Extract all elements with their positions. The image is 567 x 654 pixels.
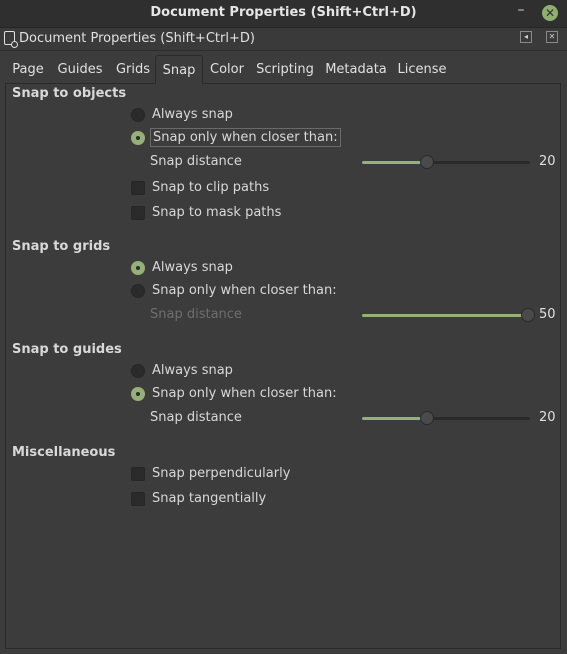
tab-scripting[interactable]: Scripting [255, 55, 315, 83]
guides-distance-fill [362, 417, 427, 420]
grids-distance-slider[interactable] [362, 308, 535, 322]
clip-paths-row[interactable]: Snap to clip paths [0, 180, 567, 198]
tangential-label: Snap tangentially [152, 491, 267, 506]
window-title: Document Properties (Shift+Ctrl+D) [150, 5, 417, 20]
dock-icon[interactable]: ◂ [520, 31, 532, 43]
tangential-row[interactable]: Snap tangentially [0, 491, 567, 509]
minimize-icon[interactable]: – [514, 3, 528, 20]
section-snap-objects: Snap to objects [12, 86, 127, 101]
window-titlebar: Document Properties (Shift+Ctrl+D) – ✕ [0, 0, 567, 28]
grids-closer-row[interactable]: Snap only when closer than: [0, 283, 567, 301]
guides-distance-label: Snap distance [150, 410, 242, 425]
dialog-title: Document Properties (Shift+Ctrl+D) [19, 31, 255, 46]
guides-always-radio[interactable] [131, 364, 145, 378]
objects-distance-slider[interactable] [362, 155, 530, 169]
grids-distance-fill [362, 314, 528, 317]
mask-paths-checkbox[interactable] [131, 206, 145, 220]
grids-always-radio[interactable] [131, 261, 145, 275]
guides-closer-label: Snap only when closer than: [152, 386, 337, 401]
close-icon[interactable]: ✕ [542, 5, 558, 21]
objects-closer-label: Snap only when closer than: [150, 128, 341, 147]
objects-distance-fill [362, 161, 427, 164]
section-snap-grids: Snap to grids [12, 239, 111, 254]
mask-paths-row[interactable]: Snap to mask paths [0, 205, 567, 223]
tangential-checkbox[interactable] [131, 492, 145, 506]
perpendicular-label: Snap perpendicularly [152, 466, 291, 481]
section-snap-guides: Snap to guides [12, 342, 122, 357]
grids-distance-handle[interactable] [521, 308, 535, 322]
guides-distance-row: Snap distance 20 [0, 410, 567, 428]
tab-bar: Page Guides Grids Snap Color Scripting M… [5, 55, 561, 84]
objects-closer-radio[interactable] [131, 131, 145, 145]
grids-distance-value: 50 [539, 307, 556, 322]
grids-distance-label: Snap distance [150, 307, 242, 322]
document-properties-icon [4, 31, 18, 48]
objects-closer-row[interactable]: Snap only when closer than: [0, 128, 567, 148]
objects-always-label: Always snap [152, 107, 233, 122]
guides-distance-value: 20 [539, 410, 556, 425]
dialog-close-icon[interactable]: ✕ [546, 31, 558, 43]
dialog-header: Document Properties (Shift+Ctrl+D) ◂ ✕ [0, 28, 567, 51]
objects-distance-value: 20 [539, 154, 556, 169]
tab-grids[interactable]: Grids [113, 55, 153, 83]
grids-closer-radio[interactable] [131, 284, 145, 298]
guides-closer-row[interactable]: Snap only when closer than: [0, 386, 567, 404]
grids-always-snap-row[interactable]: Always snap [0, 260, 567, 278]
guides-always-label: Always snap [152, 363, 233, 378]
tab-color[interactable]: Color [207, 55, 247, 83]
tab-metadata[interactable]: Metadata [325, 55, 387, 83]
clip-paths-label: Snap to clip paths [152, 180, 270, 195]
objects-distance-label: Snap distance [150, 154, 242, 169]
grids-closer-label: Snap only when closer than: [152, 283, 337, 298]
guides-closer-radio[interactable] [131, 387, 145, 401]
grids-always-label: Always snap [152, 260, 233, 275]
tab-snap[interactable]: Snap [155, 55, 203, 84]
section-miscellaneous: Miscellaneous [12, 445, 116, 460]
tab-license[interactable]: License [397, 55, 447, 83]
guides-always-snap-row[interactable]: Always snap [0, 363, 567, 381]
grids-distance-row: Snap distance 50 [0, 307, 567, 325]
guides-distance-handle[interactable] [420, 411, 434, 425]
objects-always-radio[interactable] [131, 108, 145, 122]
objects-distance-handle[interactable] [420, 155, 434, 169]
perpendicular-checkbox[interactable] [131, 467, 145, 481]
objects-distance-row: Snap distance 20 [0, 154, 567, 172]
objects-always-snap-row[interactable]: Always snap [0, 107, 567, 125]
tab-page[interactable]: Page [9, 55, 47, 83]
mask-paths-label: Snap to mask paths [152, 205, 282, 220]
perpendicular-row[interactable]: Snap perpendicularly [0, 466, 567, 484]
clip-paths-checkbox[interactable] [131, 181, 145, 195]
guides-distance-slider[interactable] [362, 411, 530, 425]
tab-guides[interactable]: Guides [55, 55, 105, 83]
